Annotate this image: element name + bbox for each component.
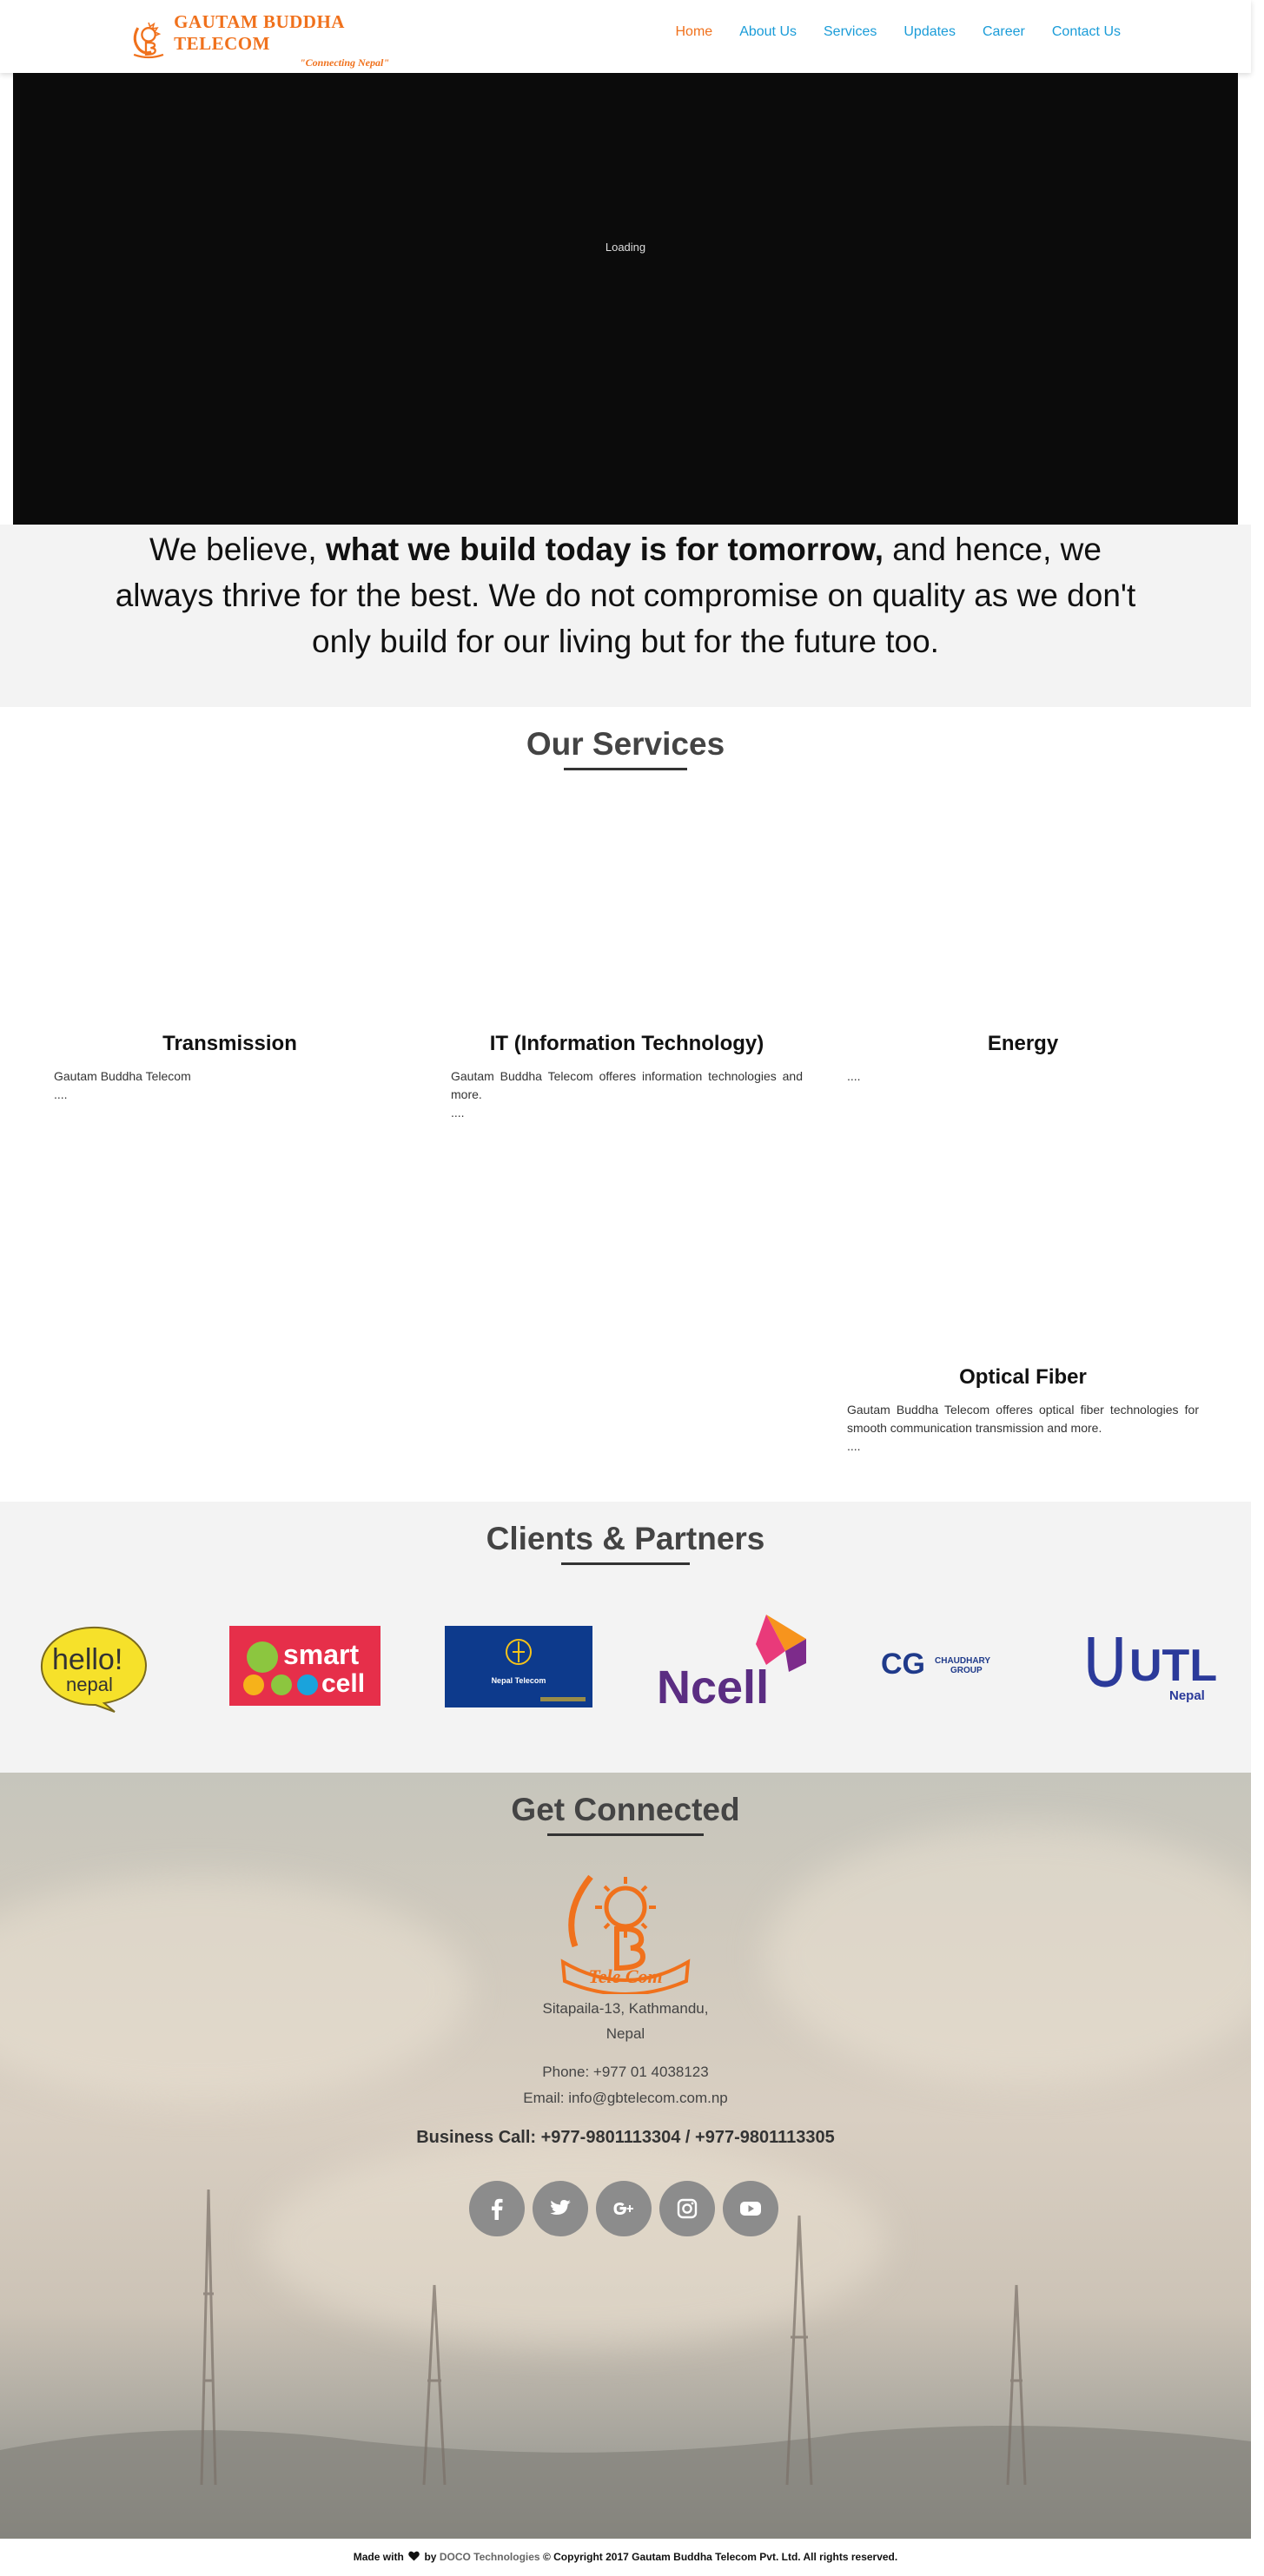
- twitter-icon: [550, 2200, 571, 2215]
- google-plus-icon: [613, 2203, 633, 2215]
- nav-home[interactable]: Home: [676, 24, 713, 40]
- logo-tagline: "Connecting Nepal": [300, 56, 389, 69]
- facebook-button[interactable]: [469, 2181, 525, 2236]
- service-energy[interactable]: Energy ....: [847, 1032, 1199, 1086]
- utl-nepal-logo[interactable]: UTL Nepal: [1086, 1632, 1225, 1703]
- nav-about-us[interactable]: About Us: [739, 24, 797, 40]
- service-title: Energy: [987, 1032, 1059, 1055]
- video-loading-text: Loading: [605, 241, 646, 254]
- svg-text:Ncell: Ncell: [657, 1661, 769, 1710]
- address-line-1: Sitapaila-13, Kathmandu,: [542, 2000, 709, 2017]
- svg-text:hello!: hello!: [52, 1643, 122, 1676]
- google-plus-button[interactable]: [596, 2181, 652, 2236]
- logo-name: GAUTAM BUDDHA TELECOM: [174, 10, 344, 54]
- svg-text:Nepal Telecom: Nepal Telecom: [492, 1676, 546, 1685]
- gb-logo-icon: [133, 22, 164, 59]
- service-title: Optical Fiber: [959, 1365, 1087, 1389]
- service-title: Transmission: [162, 1032, 297, 1055]
- services-heading-underline: [564, 768, 687, 770]
- connected-heading: Get Connected: [511, 1792, 740, 1827]
- footer-company-link[interactable]: DOCO Technologies: [440, 2551, 540, 2563]
- service-description: Gautam Buddha Telecom....: [54, 1069, 191, 1101]
- svg-text:UTL: UTL: [1129, 1641, 1217, 1691]
- main-nav: Home About Us Services Updates Career Co…: [676, 24, 1122, 40]
- twitter-button[interactable]: [533, 2181, 588, 2236]
- hello-nepal-logo[interactable]: hello! nepal: [35, 1622, 152, 1713]
- service-transmission[interactable]: Transmission Gautam Buddha Telecom....: [54, 1032, 406, 1104]
- connected-heading-underline: [547, 1833, 704, 1836]
- youtube-icon: [740, 2202, 761, 2216]
- svg-text:cell: cell: [321, 1669, 365, 1698]
- clients-section: Clients & Partners hello! nepal smart ce…: [0, 1502, 1251, 1773]
- nav-updates[interactable]: Updates: [903, 24, 956, 40]
- nav-career[interactable]: Career: [983, 24, 1025, 40]
- services-heading: Our Services: [526, 726, 725, 762]
- site-logo[interactable]: GAUTAM BUDDHA TELECOM "Connecting Nepal": [129, 10, 389, 69]
- service-description: ....: [847, 1069, 861, 1083]
- heart-icon: [408, 2551, 420, 2561]
- email-address[interactable]: Email: info@gbtelecom.com.np: [0, 2090, 1251, 2107]
- clients-heading: Clients & Partners: [486, 1521, 765, 1556]
- service-title: IT (Information Technology): [489, 1032, 764, 1055]
- service-description: Gautam Buddha Telecom offeres optical fi…: [847, 1403, 1199, 1453]
- belief-section: We believe, what we build today is for t…: [0, 525, 1251, 707]
- services-section: Our Services Transmission Gautam Buddha …: [0, 707, 1251, 1502]
- service-description: Gautam Buddha Telecom offeres informatio…: [451, 1069, 803, 1120]
- svg-text:nepal: nepal: [66, 1674, 113, 1695]
- facebook-icon: [492, 2198, 503, 2220]
- smart-cell-logo[interactable]: smart cell: [229, 1626, 381, 1706]
- service-it[interactable]: IT (Information Technology) Gautam Buddh…: [451, 1032, 803, 1122]
- business-call: Business Call: +977-9801113304 / +977-98…: [416, 2128, 835, 2147]
- clients-heading-underline: [561, 1562, 690, 1565]
- svg-text:Nepal: Nepal: [1169, 1688, 1205, 1703]
- svg-text:Tele Com: Tele Com: [588, 1965, 662, 1987]
- instagram-icon: [677, 2198, 698, 2219]
- site-footer: Made with by DOCO Technologies © Copyrig…: [0, 2539, 1251, 2576]
- svg-text:CHAUDHARY: CHAUDHARY: [935, 1656, 990, 1666]
- footer-made-with: Made with: [353, 2551, 404, 2563]
- service-optical-fiber[interactable]: Optical Fiber Gautam Buddha Telecom offe…: [847, 1365, 1199, 1456]
- get-connected-section: Get Connected Tele Com Sitapaila-13, Kat…: [0, 1773, 1251, 2539]
- belief-statement: We believe, what we build today is for t…: [115, 532, 1136, 659]
- address-line-2: Nepal: [606, 2025, 645, 2042]
- svg-text:smart: smart: [283, 1639, 360, 1670]
- nepal-telecom-logo[interactable]: Nepal Telecom: [445, 1626, 592, 1707]
- instagram-button[interactable]: [659, 2181, 715, 2236]
- site-header: GAUTAM BUDDHA TELECOM "Connecting Nepal"…: [0, 0, 1251, 73]
- nav-contact-us[interactable]: Contact Us: [1052, 24, 1121, 40]
- phone-number: Phone: +977 01 4038123: [542, 2064, 709, 2080]
- hero-video[interactable]: Loading: [13, 73, 1238, 525]
- gb-telecom-logo-icon: Tele Com: [560, 1874, 691, 1994]
- youtube-button[interactable]: [723, 2181, 778, 2236]
- ncell-logo[interactable]: Ncell: [657, 1613, 806, 1714]
- footer-copyright: © Copyright 2017 Gautam Buddha Telecom P…: [542, 2551, 898, 2563]
- cg-chaudhary-group-logo[interactable]: CG CHAUDHARY GROUP: [881, 1648, 1016, 1681]
- svg-text:CG: CG: [881, 1648, 925, 1679]
- nav-services[interactable]: Services: [824, 24, 877, 40]
- svg-text:GROUP: GROUP: [950, 1666, 983, 1675]
